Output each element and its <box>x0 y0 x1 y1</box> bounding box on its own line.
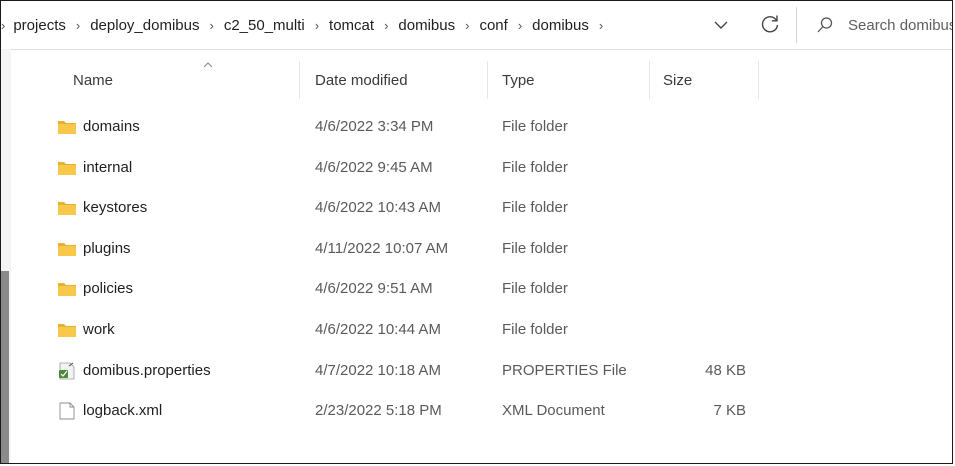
document-icon <box>57 402 77 420</box>
file-name[interactable]: domibus.properties <box>83 351 211 391</box>
file-row[interactable]: domibus.properties 4/7/2022 10:18 AM PROPE… <box>55 351 775 392</box>
file-name[interactable]: domains <box>83 107 140 147</box>
file-type: File folder <box>502 199 568 217</box>
file-type: XML Document <box>502 402 605 420</box>
column-header-row: Name Date modified Type Size <box>55 59 760 103</box>
breadcrumb-chevron-icon[interactable]: › <box>591 18 611 33</box>
folder-icon <box>57 240 77 258</box>
breadcrumb-item[interactable]: tomcat <box>327 17 376 34</box>
chevron-down-icon[interactable] <box>711 15 731 35</box>
file-name[interactable]: keystores <box>83 188 147 228</box>
breadcrumb-chevron-icon[interactable]: › <box>1 18 11 33</box>
breadcrumb-item[interactable]: domibus <box>530 17 591 34</box>
folder-icon <box>57 159 77 177</box>
file-type: File folder <box>502 118 568 135</box>
file-row[interactable]: logback.xml 2/23/2022 5:18 PM XML Document… <box>55 391 775 432</box>
folder-icon <box>57 280 77 298</box>
breadcrumb-chevron-icon[interactable]: › <box>457 18 477 33</box>
file-date-modified: 2/23/2022 5:18 PM <box>315 402 442 420</box>
breadcrumb[interactable]: › projects › deploy_domibus › c2_50_multi › tom… <box>1 1 691 49</box>
file-type: File folder <box>502 320 568 338</box>
column-divider[interactable] <box>758 61 759 99</box>
folder-icon <box>57 118 77 136</box>
address-bar[interactable]: › projects › deploy_domibus › c2_50_multi › tom… <box>1 1 952 50</box>
file-list: domains 4/6/2022 3:34 PM File folder intern… <box>55 107 775 432</box>
breadcrumb-chevron-icon[interactable]: › <box>510 18 530 33</box>
file-row[interactable]: internal 4/6/2022 9:45 AM File folder <box>55 148 775 189</box>
column-divider[interactable] <box>487 61 488 99</box>
search-placeholder: Search domibus <box>848 16 952 34</box>
breadcrumb-item[interactable]: domibus <box>396 17 457 34</box>
file-row[interactable]: work 4/6/2022 10:44 AM File folder <box>55 310 775 351</box>
column-header-date-modified[interactable]: Date modified <box>315 59 408 103</box>
file-row[interactable]: domains 4/6/2022 3:34 PM File folder <box>55 107 775 148</box>
folder-icon <box>57 321 77 339</box>
file-row[interactable]: plugins 4/11/2022 10:07 AM File folder <box>55 229 775 270</box>
breadcrumb-chevron-icon[interactable]: › <box>376 18 396 33</box>
file-row[interactable]: keystores 4/6/2022 10:43 AM File folder <box>55 188 775 229</box>
file-name[interactable]: logback.xml <box>83 391 162 431</box>
file-name[interactable]: work <box>83 310 115 350</box>
breadcrumb-chevron-icon[interactable]: › <box>201 18 221 33</box>
file-size: 48 KB <box>705 361 746 379</box>
column-divider[interactable] <box>299 61 300 99</box>
file-date-modified: 4/11/2022 10:07 AM <box>315 239 449 257</box>
file-name[interactable]: internal <box>83 148 132 188</box>
file-explorer-window: › projects › deploy_domibus › c2_50_multi › tom… <box>0 0 953 464</box>
column-header-type[interactable]: Type <box>502 59 535 103</box>
file-date-modified: 4/6/2022 9:51 AM <box>315 280 433 298</box>
properties-file-icon <box>57 362 77 380</box>
file-date-modified: 4/7/2022 10:18 AM <box>315 361 441 379</box>
file-name[interactable]: plugins <box>83 229 131 269</box>
sort-ascending-icon <box>203 62 213 68</box>
refresh-icon[interactable] <box>758 12 782 36</box>
toolbar-divider <box>796 7 797 43</box>
breadcrumb-item[interactable]: c2_50_multi <box>222 17 307 34</box>
folder-icon <box>57 199 77 217</box>
file-name[interactable]: policies <box>83 269 133 309</box>
file-type: File folder <box>502 280 568 298</box>
file-type: File folder <box>502 158 568 176</box>
file-date-modified: 4/6/2022 9:45 AM <box>315 158 433 176</box>
breadcrumb-item[interactable]: projects <box>11 17 68 34</box>
file-row[interactable]: policies 4/6/2022 9:51 AM File folder <box>55 269 775 310</box>
breadcrumb-item[interactable]: deploy_domibus <box>88 17 201 34</box>
search-icon <box>817 17 833 33</box>
column-header-name[interactable]: Name <box>73 59 113 103</box>
file-type: File folder <box>502 239 568 257</box>
breadcrumb-chevron-icon[interactable]: › <box>307 18 327 33</box>
file-date-modified: 4/6/2022 10:43 AM <box>315 199 441 217</box>
column-divider[interactable] <box>649 61 650 99</box>
breadcrumb-chevron-icon[interactable]: › <box>68 18 88 33</box>
search-input[interactable]: Search domibus <box>806 1 952 49</box>
breadcrumb-item[interactable]: conf <box>477 17 509 34</box>
file-size: 7 KB <box>713 402 746 420</box>
file-type: PROPERTIES File <box>502 361 627 379</box>
column-header-size[interactable]: Size <box>663 59 692 103</box>
file-date-modified: 4/6/2022 3:34 PM <box>315 118 434 135</box>
file-date-modified: 4/6/2022 10:44 AM <box>315 320 441 338</box>
scrollbar-thumb[interactable] <box>1 271 9 463</box>
